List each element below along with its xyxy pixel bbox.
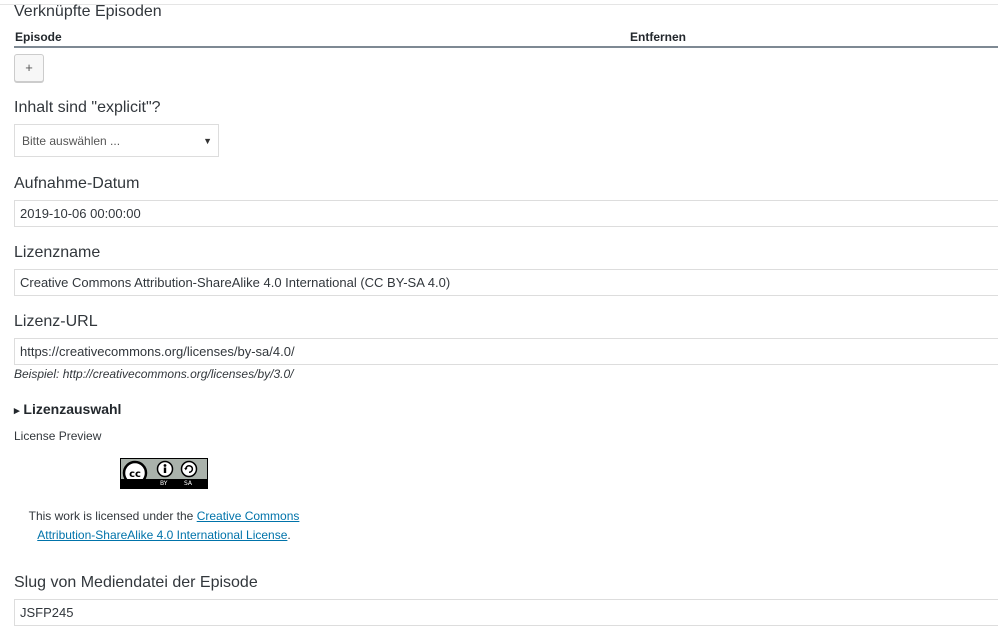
slug-label: Slug von Mediendatei der Episode (14, 574, 258, 591)
explicit-select-value: Bitte auswählen ... (22, 134, 121, 148)
add-episode-button[interactable]: + (14, 54, 44, 82)
license-url-label: Lizenz-URL (14, 313, 98, 330)
recording-date-label: Aufnahme-Datum (14, 175, 140, 192)
slug-input[interactable]: JSFP245 (14, 599, 998, 626)
license-url-hint: Beispiel: http://creativecommons.org/lic… (14, 367, 294, 381)
recording-date-input[interactable]: 2019-10-06 00:00:00 (14, 200, 998, 227)
license-text-prefix: This work is licensed under the (28, 509, 197, 523)
license-text-suffix: . (287, 528, 291, 542)
badge-by-text: BY (160, 480, 168, 487)
license-preview-label: License Preview (14, 429, 102, 443)
svg-text:cc: cc (129, 469, 141, 479)
license-url-input[interactable]: https://creativecommons.org/licenses/by-… (14, 338, 998, 365)
license-selector-toggle-label: Lizenzauswahl (23, 401, 122, 417)
dropdown-arrow-icon: ▼ (203, 136, 212, 146)
license-name-input[interactable]: Creative Commons Attribution-ShareAlike … (14, 269, 998, 296)
collapse-arrow-icon: ▸ (14, 405, 20, 417)
column-header-episode: Episode (15, 30, 62, 44)
badge-sa-text: SA (184, 480, 193, 487)
cc-by-sa-badge: cc BY SA (120, 458, 208, 489)
cc-badge-icons: cc (122, 460, 198, 479)
column-header-remove: Entfernen (630, 30, 687, 44)
license-selector-toggle[interactable]: ▸ Lizenzauswahl (14, 401, 121, 417)
license-preview-text: This work is licensed under the Creative… (14, 507, 314, 545)
table-header-divider (14, 46, 998, 48)
explicit-select[interactable]: Bitte auswählen ... ▼ (14, 124, 219, 157)
explicit-label: Inhalt sind "explicit"? (14, 99, 161, 116)
episodes-section-title: Verknüpfte Episoden (14, 3, 162, 20)
license-name-label: Lizenzname (14, 244, 101, 261)
